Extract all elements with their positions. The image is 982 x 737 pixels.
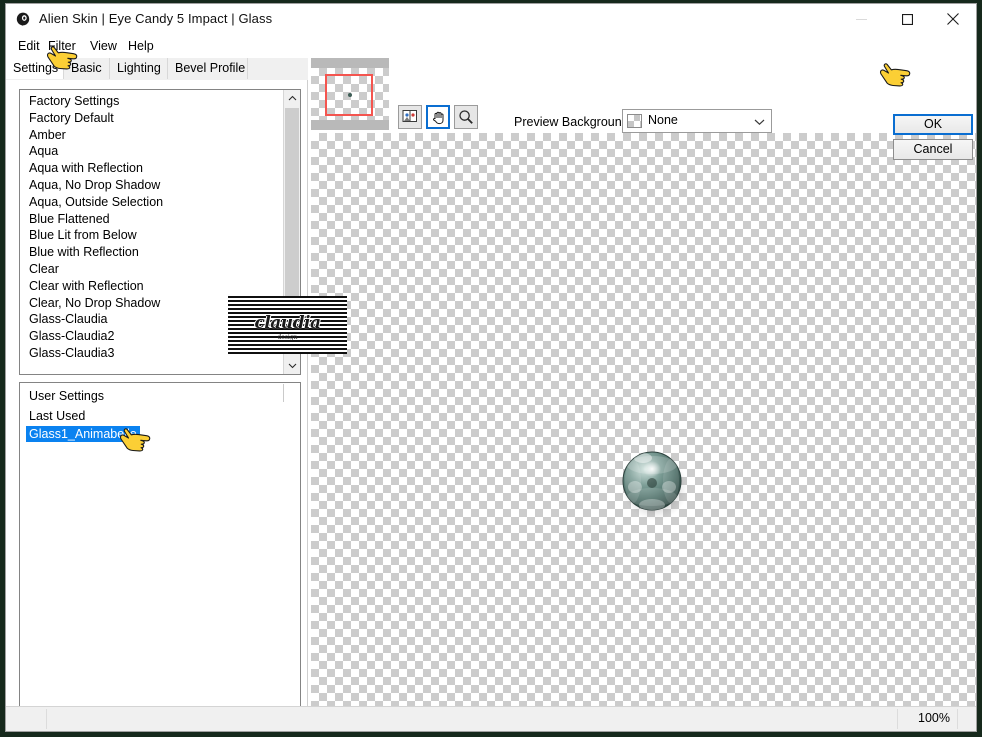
panel-divider <box>283 384 284 402</box>
glass-sphere <box>613 443 693 523</box>
menu-item-view[interactable]: View <box>86 38 121 54</box>
chevron-up-icon[interactable] <box>284 90 300 107</box>
title-bar: Alien Skin | Eye Candy 5 Impact | Glass <box>6 4 976 35</box>
list-header-factory: Factory Settings <box>29 94 120 108</box>
chevron-down-icon[interactable] <box>284 357 300 374</box>
application-window: Alien Skin | Eye Candy 5 Impact | Glass … <box>5 3 977 732</box>
pointing-hand-cursor-ok-button <box>878 57 914 90</box>
status-bar: 100% <box>6 706 976 731</box>
menu-item-help[interactable]: Help <box>124 38 158 54</box>
minimize-icon[interactable] <box>838 4 884 34</box>
navigator-thumbnail[interactable] <box>311 58 389 130</box>
zoom-level-label: 100% <box>918 711 950 725</box>
preview-canvas[interactable] <box>311 133 976 709</box>
list-item[interactable]: Blue Lit from Below <box>20 227 300 244</box>
list-header-user: User Settings <box>29 389 105 403</box>
claudia-watermark: claudia design <box>228 296 347 354</box>
list-item[interactable]: Blue Flattened <box>20 211 300 228</box>
status-separator <box>46 709 47 729</box>
chevron-down-icon[interactable] <box>754 115 765 129</box>
settings-panel: Factory Settings Factory Default Amber A… <box>6 80 308 731</box>
app-outer-frame: Alien Skin | Eye Candy 5 Impact | Glass … <box>0 0 982 737</box>
close-icon[interactable] <box>930 4 976 34</box>
status-separator <box>957 709 958 729</box>
list-item-last-used[interactable]: Last Used <box>20 405 300 425</box>
list-item[interactable]: Clear with Reflection <box>20 278 300 295</box>
app-logo-icon <box>16 12 31 27</box>
zoom-magnifier-icon[interactable] <box>454 105 478 129</box>
compare-preview-icon[interactable] <box>398 105 422 129</box>
checker-swatch-icon <box>627 114 642 128</box>
menu-item-edit[interactable]: Edit <box>14 38 44 54</box>
list-item[interactable]: Blue with Reflection <box>20 244 300 261</box>
list-item[interactable]: Clear <box>20 261 300 278</box>
scrollbar-thumb[interactable] <box>285 108 299 318</box>
maximize-icon[interactable] <box>884 4 930 34</box>
cancel-button[interactable]: Cancel <box>893 139 973 160</box>
list-item[interactable]: Aqua, Outside Selection <box>20 194 300 211</box>
pointing-hand-cursor-user-setting <box>118 422 154 455</box>
list-item[interactable]: Aqua <box>20 143 300 160</box>
user-settings-list[interactable]: User Settings Last Used Glass1_Animabell… <box>19 382 301 731</box>
preview-background-label: Preview Background: <box>514 115 633 129</box>
watermark-text: claudia <box>254 313 321 333</box>
menu-bar: Edit Filter View Help <box>6 34 976 58</box>
preview-background-select[interactable]: None <box>622 109 772 133</box>
dialog-buttons: OK Cancel <box>893 114 973 160</box>
list-item[interactable]: Aqua with Reflection <box>20 160 300 177</box>
watermark-subtext: design <box>277 334 298 341</box>
preview-background-value: None <box>648 113 678 127</box>
pointing-hand-cursor-filter-menu <box>45 40 81 73</box>
ok-button[interactable]: OK <box>893 114 973 135</box>
navigator-object-dot <box>348 93 352 97</box>
preview-area: Preview Background: None OK Cancel <box>308 58 976 709</box>
list-item[interactable]: Amber <box>20 127 300 144</box>
window-title: Alien Skin | Eye Candy 5 Impact | Glass <box>39 11 273 26</box>
list-item[interactable]: Aqua, No Drop Shadow <box>20 177 300 194</box>
list-item[interactable]: Factory Default <box>20 110 300 127</box>
status-separator <box>897 709 898 729</box>
hand-pan-icon[interactable] <box>426 105 450 129</box>
tab-bevel-profile[interactable]: Bevel Profile <box>168 58 248 79</box>
tab-lighting[interactable]: Lighting <box>110 58 168 79</box>
